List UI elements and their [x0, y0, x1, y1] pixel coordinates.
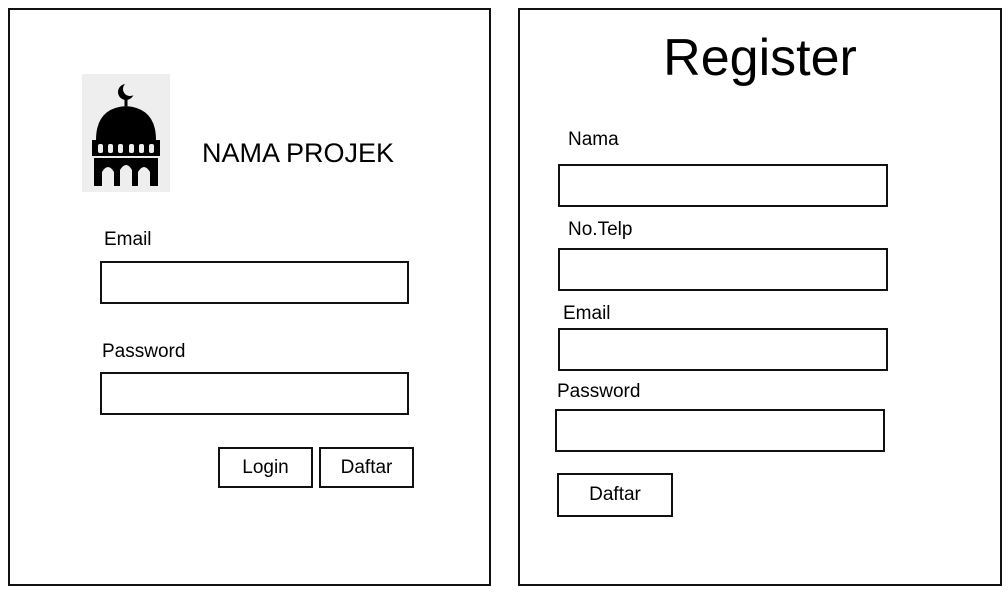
project-name: NAMA PROJEK — [202, 138, 395, 168]
password-input[interactable] — [100, 372, 409, 415]
register-email-label: Email — [563, 303, 611, 324]
page-title: Register — [663, 29, 857, 87]
register-email-input[interactable] — [558, 328, 888, 371]
name-input[interactable] — [558, 164, 888, 207]
email-input[interactable] — [100, 261, 409, 304]
register-password-label: Password — [557, 381, 641, 402]
register-submit-button[interactable]: Daftar — [557, 473, 673, 517]
register-password-input[interactable] — [555, 409, 885, 452]
register-nav-button[interactable]: Daftar — [319, 447, 414, 488]
logo — [82, 74, 170, 192]
login-panel: NAMA PROJEK Email Password Login Daftar — [8, 8, 491, 586]
login-button[interactable]: Login — [218, 447, 313, 488]
name-label: Nama — [568, 129, 619, 150]
phone-label: No.Telp — [568, 219, 633, 240]
mosque-icon — [92, 82, 160, 186]
password-label: Password — [102, 341, 186, 362]
phone-input[interactable] — [558, 248, 888, 291]
email-label: Email — [104, 229, 152, 250]
register-panel: Register Nama No.Telp Email Password Daf… — [518, 8, 1002, 586]
